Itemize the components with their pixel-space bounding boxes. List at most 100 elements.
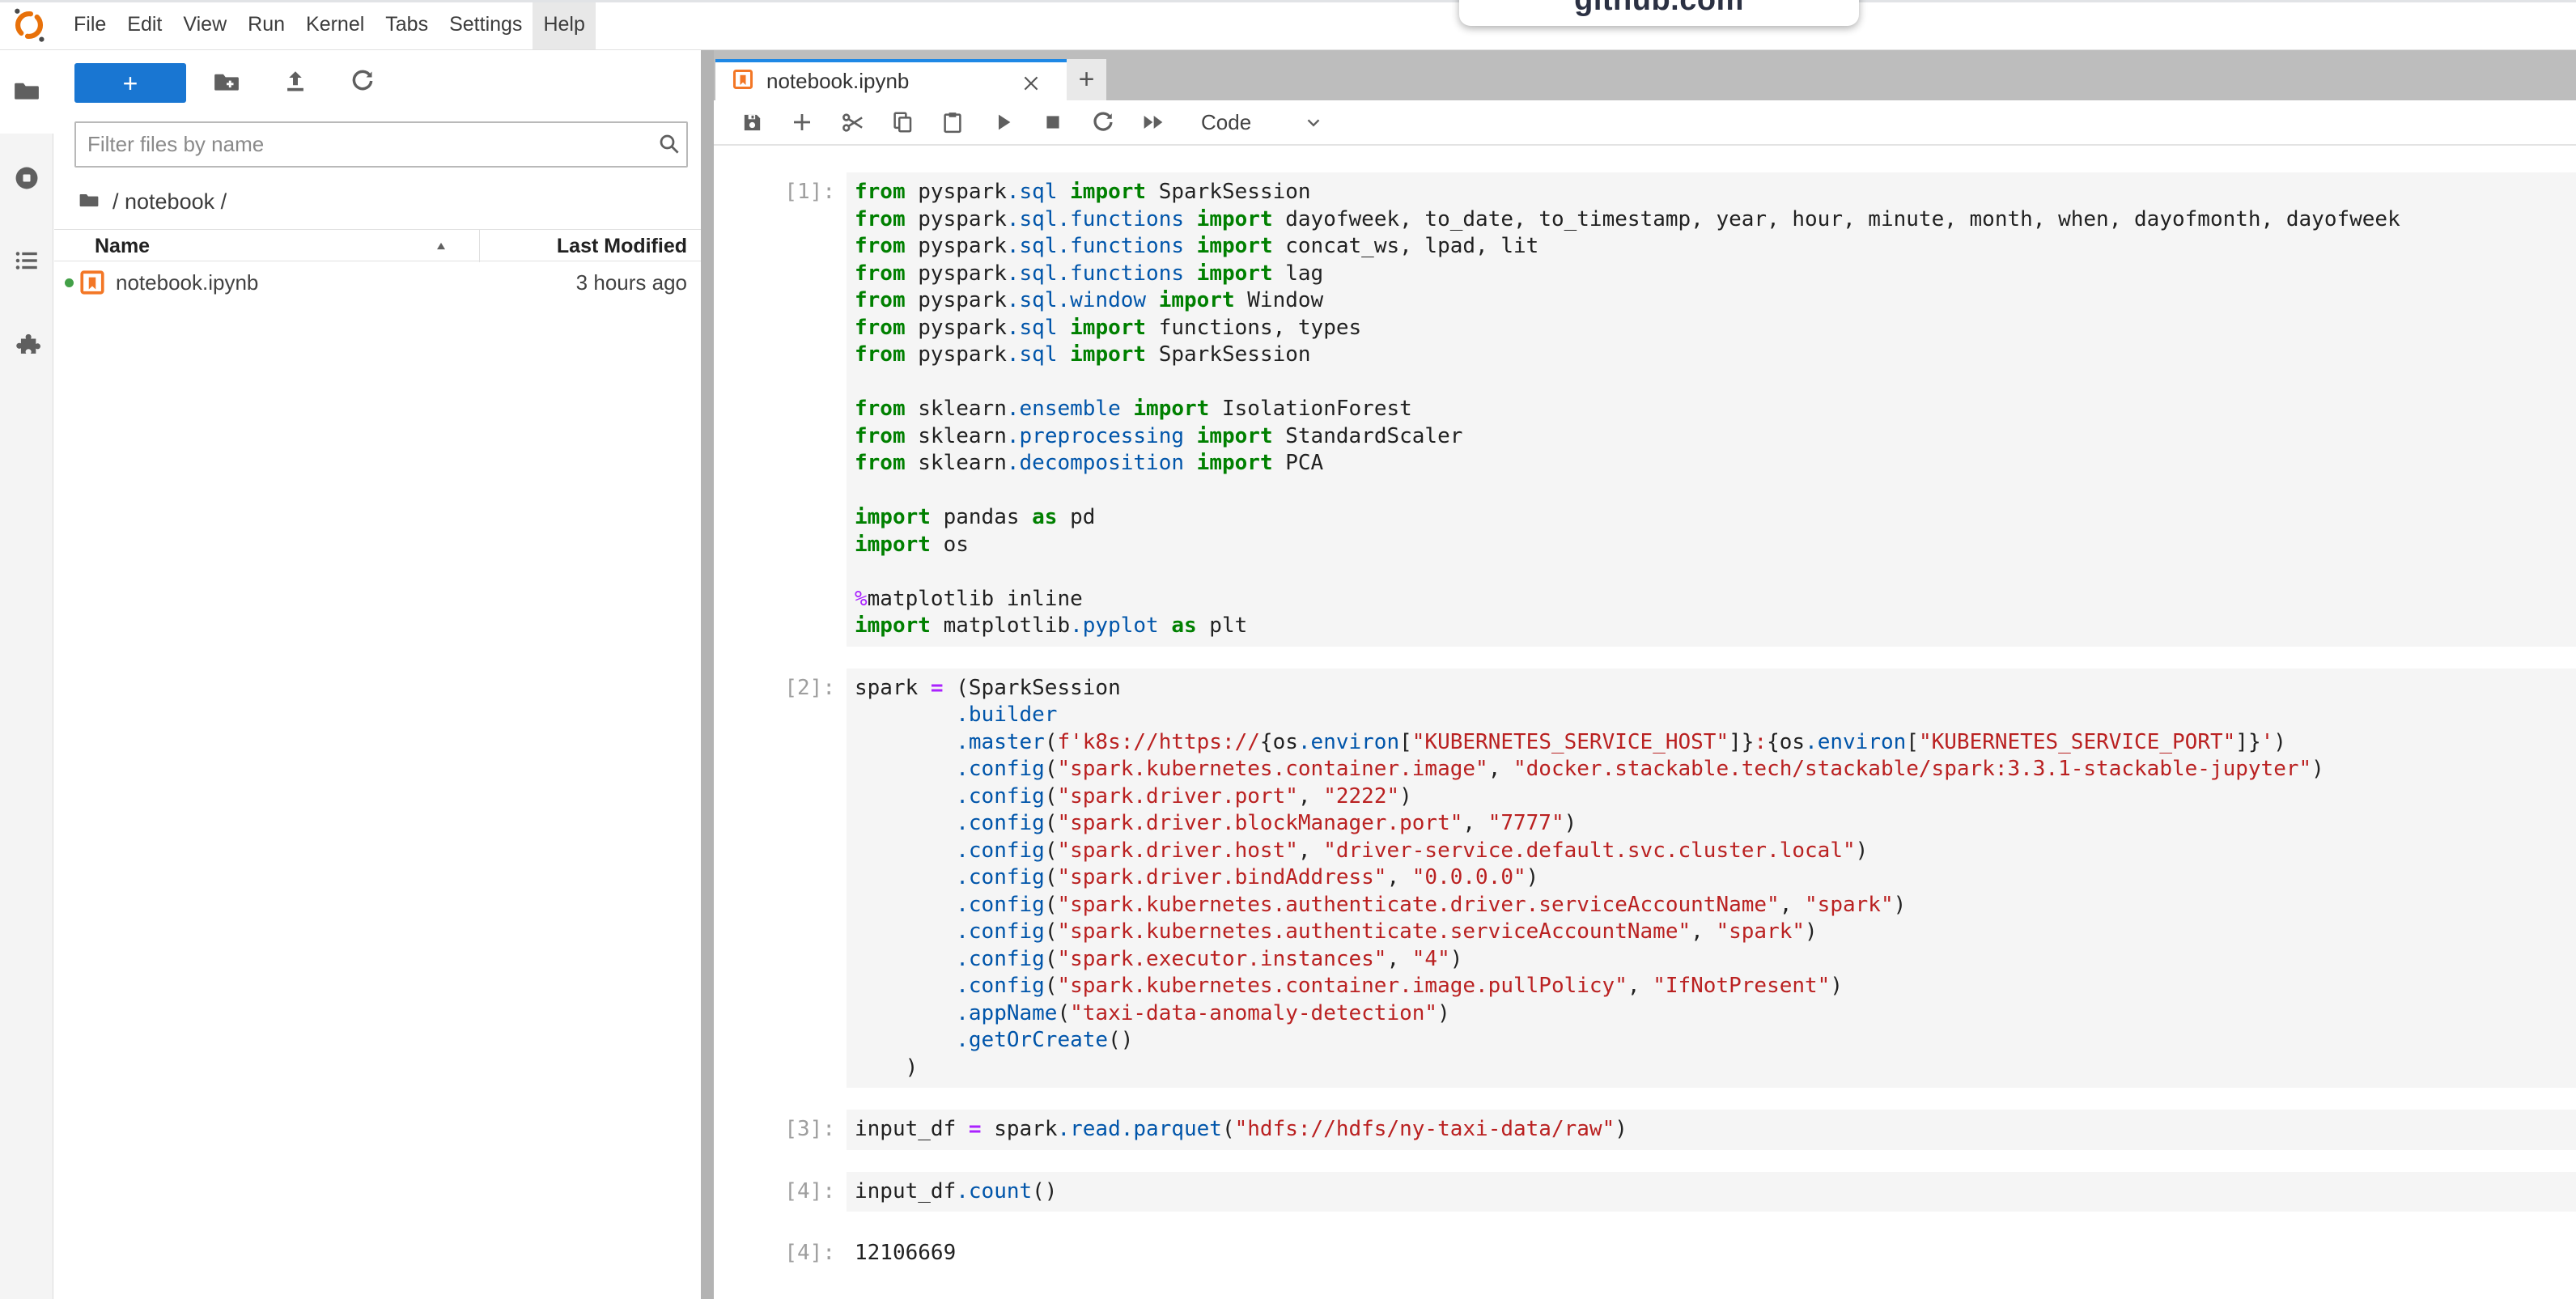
cell-editor[interactable]: input_df = spark.read.parquet("hdfs://hd… <box>847 1110 2576 1150</box>
menu-tabs[interactable]: Tabs <box>375 0 439 49</box>
code-line <box>855 369 2576 397</box>
menu-kernel[interactable]: Kernel <box>295 0 375 49</box>
file-name: notebook.ipynb <box>116 270 258 295</box>
code-cell-row: [4]: input_df.count() <box>782 1172 2576 1212</box>
file-last-modified: 3 hours ago <box>576 270 687 295</box>
tab-bar: notebook.ipynb + <box>714 50 2576 100</box>
search-icon <box>657 132 681 156</box>
home-folder-icon[interactable] <box>79 189 100 214</box>
code-line: import os <box>855 532 2576 559</box>
input-prompt: [1]: <box>782 172 835 647</box>
code-line: input_df = spark.read.parquet("hdfs://hd… <box>855 1116 2576 1144</box>
menu-file[interactable]: File <box>63 0 117 49</box>
code-line: .config("spark.driver.host", "driver-ser… <box>855 838 2576 865</box>
menu-edit[interactable]: Edit <box>117 0 172 49</box>
column-divider <box>479 230 480 262</box>
panel-resize-handle[interactable] <box>701 50 714 1299</box>
chevron-down-icon <box>1303 112 1324 133</box>
code-line: input_df.count() <box>855 1178 2576 1206</box>
code-line: from pyspark.sql import SparkSession <box>855 179 2576 206</box>
code-line: .config("spark.executor.instances", "4") <box>855 946 2576 974</box>
column-header-last-modified[interactable]: Last Modified <box>557 235 687 258</box>
code-line: .appName("taxi-data-anomaly-detection") <box>855 1000 2576 1028</box>
breadcrumb-path: / notebook / <box>112 189 227 214</box>
file-browser-panel: + / notebook / Name Last Modified notebo… <box>54 50 701 1299</box>
refresh-icon[interactable] <box>349 68 376 96</box>
code-line: from pyspark.sql.functions import dayofw… <box>855 206 2576 234</box>
code-line: .getOrCreate() <box>855 1027 2576 1055</box>
column-header-name[interactable]: Name <box>95 235 150 258</box>
add-cell-icon[interactable] <box>777 105 827 139</box>
notebook-toolbar: Code <box>714 100 2576 146</box>
popup-text: github.com <box>1574 0 1744 18</box>
input-prompt: [4]: <box>782 1172 835 1212</box>
save-icon[interactable] <box>727 105 777 139</box>
code-line: from pyspark.sql.window import Window <box>855 287 2576 315</box>
extensions-icon[interactable] <box>13 332 40 359</box>
input-prompt: [3]: <box>782 1110 835 1150</box>
breadcrumb[interactable]: / notebook / <box>79 188 227 215</box>
notebook-scroll-area[interactable]: [1]:from pyspark.sql import SparkSession… <box>714 146 2576 1299</box>
close-tab-icon[interactable] <box>1020 72 1042 95</box>
file-row[interactable]: notebook.ipynb 3 hours ago <box>54 261 701 304</box>
sidebar-icon-strip <box>0 50 53 1299</box>
browser-top-edge <box>0 0 2576 2</box>
cell-editor[interactable]: spark = (SparkSession .builder .master(f… <box>847 669 2576 1089</box>
code-line: .config("spark.driver.port", "2222") <box>855 783 2576 811</box>
cut-icon[interactable] <box>827 105 877 139</box>
code-line: .builder <box>855 702 2576 729</box>
new-launcher-button[interactable]: + <box>74 63 186 103</box>
code-line: from sklearn.preprocessing import Standa… <box>855 423 2576 451</box>
jupyterlab-logo <box>11 4 47 46</box>
input-prompt: [2]: <box>782 669 835 1089</box>
notebook-icon <box>732 68 754 95</box>
code-line: %matplotlib inline <box>855 586 2576 613</box>
code-line: .config("spark.kubernetes.authenticate.s… <box>855 919 2576 946</box>
upload-icon[interactable] <box>282 68 309 96</box>
code-line: spark = (SparkSession <box>855 675 2576 703</box>
code-line: .master(f'k8s://https://{os.environ["KUB… <box>855 729 2576 757</box>
code-cell-row: [1]:from pyspark.sql import SparkSession… <box>782 172 2576 647</box>
fast-forward-icon[interactable] <box>1128 105 1178 139</box>
sort-ascending-icon[interactable] <box>433 238 449 254</box>
menu-view[interactable]: View <box>172 0 237 49</box>
code-line: from pyspark.sql import functions, types <box>855 315 2576 342</box>
restart-icon[interactable] <box>1078 105 1128 139</box>
code-line: from sklearn.ensemble import IsolationFo… <box>855 396 2576 423</box>
tab-notebook[interactable]: notebook.ipynb <box>715 59 1067 100</box>
new-folder-icon[interactable] <box>213 68 240 96</box>
folder-icon[interactable] <box>13 77 40 104</box>
filter-files-input[interactable] <box>74 121 688 168</box>
menu-bar: FileEditViewRunKernelTabsSettingsHelp <box>0 0 2576 50</box>
run-icon[interactable] <box>978 105 1028 139</box>
code-line: from pyspark.sql import SparkSession <box>855 342 2576 369</box>
notebook-icon <box>79 269 106 296</box>
kernel-running-dot <box>65 278 74 287</box>
file-list-header: Name Last Modified <box>54 229 701 261</box>
menu-settings[interactable]: Settings <box>439 0 533 49</box>
menu-help[interactable]: Help <box>533 0 595 49</box>
paste-icon[interactable] <box>927 105 978 139</box>
code-line: ) <box>855 1055 2576 1082</box>
copy-icon[interactable] <box>877 105 927 139</box>
code-line: .config("spark.kubernetes.container.imag… <box>855 973 2576 1000</box>
running-kernels-icon[interactable] <box>13 164 40 192</box>
plus-icon: + <box>1079 64 1095 96</box>
cell-editor[interactable]: input_df.count() <box>847 1172 2576 1212</box>
tab-title: notebook.ipynb <box>766 69 909 94</box>
output-prompt: [4]: <box>782 1233 835 1274</box>
code-line: import pandas as pd <box>855 504 2576 532</box>
new-tab-button[interactable]: + <box>1067 59 1106 100</box>
cell-type-dropdown[interactable]: Code <box>1201 110 1324 135</box>
menu-run[interactable]: Run <box>237 0 295 49</box>
cell-type-value: Code <box>1201 110 1251 135</box>
code-line: 12106669 <box>855 1240 2576 1267</box>
table-of-contents-icon[interactable] <box>13 247 40 274</box>
code-cell-row: [2]:spark = (SparkSession .builder .mast… <box>782 669 2576 1089</box>
stop-icon[interactable] <box>1028 105 1078 139</box>
code-line: .config("spark.kubernetes.authenticate.d… <box>855 892 2576 919</box>
output-row: [4]: 12106669 <box>782 1233 2576 1274</box>
code-line: .config("spark.kubernetes.container.imag… <box>855 756 2576 783</box>
code-line <box>855 478 2576 505</box>
cell-editor[interactable]: from pyspark.sql import SparkSessionfrom… <box>847 172 2576 647</box>
